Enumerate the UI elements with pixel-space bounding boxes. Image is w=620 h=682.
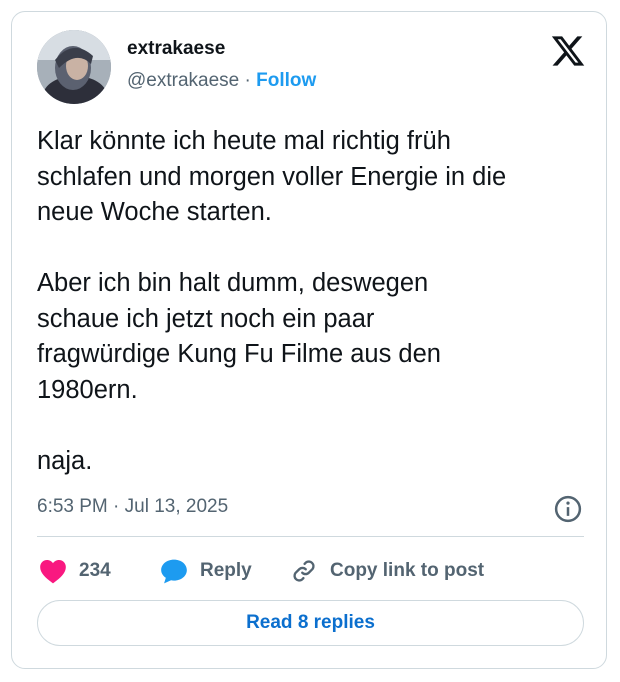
tweet-timestamp[interactable]: 6:53 PM · Jul 13, 2025	[37, 496, 228, 518]
read-replies-button[interactable]: Read 8 replies	[37, 600, 584, 646]
heart-icon	[40, 560, 66, 584]
copy-link-label: Copy link to post	[330, 560, 485, 581]
reply-button[interactable]: Reply	[160, 556, 252, 586]
tweet-line: Klar könnte ich heute mal richtig früh	[37, 127, 451, 155]
tweet-line: naja.	[37, 446, 93, 475]
read-replies-label: Read 8 replies	[246, 612, 375, 633]
reply-bubble-icon	[161, 559, 187, 584]
avatar[interactable]	[37, 30, 111, 104]
x-logo-icon[interactable]	[550, 33, 586, 69]
follow-button[interactable]: Follow	[256, 70, 316, 91]
tweet-line: Aber ich bin halt dumm, deswegen	[37, 269, 429, 297]
like-count: 234	[79, 560, 111, 581]
avatar-image	[37, 30, 111, 104]
tweet-line: fragwürdige Kung Fu Filme aus den	[37, 340, 441, 368]
author-name[interactable]: extrakaese	[127, 38, 225, 60]
tweet-text: Klar könnte ich heute mal richtig früh s…	[37, 124, 597, 479]
tweet-line: neue Woche starten.	[37, 198, 272, 226]
reply-label: Reply	[200, 560, 252, 581]
tweet-line: 1980ern.	[37, 375, 138, 404]
link-icon	[293, 560, 315, 582]
info-icon[interactable]	[553, 494, 583, 524]
like-button[interactable]: 234	[39, 556, 111, 586]
tweet-line: schaue ich jetzt noch ein paar	[37, 304, 375, 333]
tweet-line: schlafen und morgen voller Energie in di…	[37, 162, 507, 191]
separator-dot: ·	[244, 70, 251, 91]
author-handle-row: @extrakaese · Follow	[127, 70, 316, 92]
author-handle[interactable]: @extrakaese	[127, 70, 239, 91]
divider	[37, 536, 584, 537]
tweet-card: extrakaese @extrakaese · Follow Klar kön…	[11, 11, 607, 669]
copy-link-button[interactable]: Copy link to post	[290, 556, 484, 586]
